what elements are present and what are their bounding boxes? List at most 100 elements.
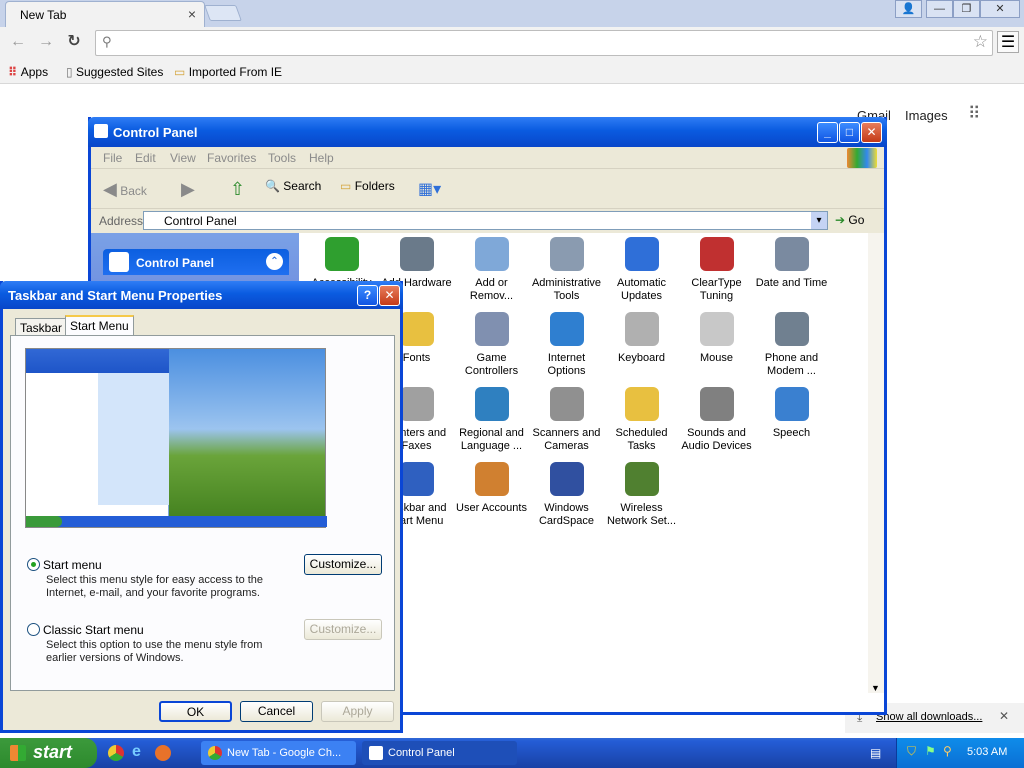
menu-favorites[interactable]: Favorites bbox=[207, 151, 256, 165]
downloads-close-icon[interactable]: ✕ bbox=[999, 709, 1009, 723]
cp-item[interactable]: User Accounts bbox=[454, 462, 529, 515]
search-button[interactable]: 🔍 Search bbox=[265, 179, 321, 193]
cp-item[interactable]: Speech bbox=[754, 387, 829, 440]
network-icon[interactable]: ⚑ bbox=[925, 744, 936, 758]
menu-file[interactable]: File bbox=[103, 151, 122, 165]
taskbar-item-chrome[interactable]: New Tab - Google Ch... bbox=[201, 741, 356, 765]
back-label: Back bbox=[120, 184, 147, 198]
images-link[interactable]: Images bbox=[905, 108, 948, 123]
start-menu-label[interactable]: Start menu bbox=[43, 558, 102, 572]
cancel-button[interactable]: Cancel bbox=[240, 701, 313, 722]
go-button[interactable]: ➔ Go bbox=[835, 213, 864, 227]
menu-view[interactable]: View bbox=[170, 151, 196, 165]
back-arrow-icon[interactable]: ← bbox=[8, 32, 28, 52]
cp-item[interactable]: Windows CardSpace bbox=[529, 462, 604, 528]
ok-button[interactable]: OK bbox=[159, 701, 232, 722]
cp-item-label: Speech bbox=[772, 427, 811, 439]
cp-item[interactable]: Sounds and Audio Devices bbox=[679, 387, 754, 453]
search-tray-icon[interactable]: ⚲ bbox=[943, 744, 952, 758]
security-shield-icon[interactable]: ⛉ bbox=[907, 744, 916, 759]
search-label: Search bbox=[283, 179, 322, 193]
cp-item[interactable]: Scanners and Cameras bbox=[529, 387, 604, 453]
restore-button[interactable]: ❐ bbox=[953, 0, 980, 18]
cp-item[interactable]: Keyboard bbox=[604, 312, 679, 365]
classic-start-menu-label[interactable]: Classic Start menu bbox=[43, 623, 144, 637]
show-all-downloads-link[interactable]: Show all downloads... bbox=[876, 711, 982, 723]
folders-button[interactable]: ▭ Folders bbox=[340, 179, 395, 193]
cp-item[interactable]: Add or Remov... bbox=[454, 237, 529, 303]
dialog-titlebar[interactable]: Taskbar and Start Menu Properties ? ✕ bbox=[0, 281, 403, 309]
customize-button[interactable]: Customize... bbox=[304, 554, 382, 575]
cp-item-icon bbox=[474, 237, 509, 271]
menu-help[interactable]: Help bbox=[309, 151, 334, 165]
collapse-chevron-icon[interactable]: ⌃ bbox=[266, 253, 283, 270]
start-menu-radio[interactable] bbox=[27, 558, 40, 571]
classic-start-menu-radio[interactable] bbox=[27, 623, 40, 636]
scroll-down-icon[interactable]: ▼ bbox=[871, 683, 880, 693]
start-button[interactable]: start bbox=[0, 738, 97, 768]
ie-quicklaunch-icon[interactable]: e bbox=[132, 743, 141, 761]
omnibox-input[interactable] bbox=[122, 34, 962, 52]
cp-maximize-button[interactable]: □ bbox=[839, 122, 860, 143]
cp-item[interactable]: Phone and Modem ... bbox=[754, 312, 829, 378]
keyboard-tray-icon[interactable]: ▤ bbox=[870, 746, 881, 760]
taskbar-properties-dialog: Taskbar and Start Menu Properties ? ✕ Ta… bbox=[0, 281, 403, 733]
classic-start-menu-description: Select this option to use the menu style… bbox=[46, 639, 263, 664]
cp-item[interactable]: Mouse bbox=[679, 312, 754, 365]
address-dropdown-icon[interactable]: ▾ bbox=[811, 212, 827, 229]
cp-item[interactable]: Wireless Network Set... bbox=[604, 462, 679, 528]
cp-item[interactable]: Date and Time bbox=[754, 237, 829, 290]
suggested-sites-label: Suggested Sites bbox=[75, 65, 164, 79]
cp-item[interactable]: Internet Options bbox=[529, 312, 604, 378]
help-button[interactable]: ? bbox=[357, 285, 378, 306]
cp-item[interactable]: Regional and Language ... bbox=[454, 387, 529, 453]
profile-icon[interactable]: 👤 bbox=[895, 0, 922, 18]
new-tab-button[interactable] bbox=[204, 5, 242, 21]
imported-ie-bookmark[interactable]: ▭ Imported From IE bbox=[174, 63, 282, 81]
chrome-quicklaunch-icon[interactable] bbox=[108, 745, 124, 761]
dialog-close-button[interactable]: ✕ bbox=[379, 285, 400, 306]
firefox-quicklaunch-icon[interactable] bbox=[155, 745, 171, 761]
back-button[interactable]: ◀ Back bbox=[103, 179, 147, 200]
control-panel-titlebar[interactable]: Control Panel _ □ ✕ bbox=[88, 117, 887, 147]
cp-item[interactable]: Administrative Tools bbox=[529, 237, 604, 303]
menu-tools[interactable]: Tools bbox=[268, 151, 296, 165]
omnibox[interactable]: ⚲ ☆ bbox=[95, 30, 993, 56]
browser-tab[interactable]: New Tab × bbox=[5, 1, 205, 27]
chrome-icon bbox=[208, 746, 222, 760]
cp-item[interactable]: Scheduled Tasks bbox=[604, 387, 679, 453]
suggested-sites-bookmark[interactable]: ▯ Suggested Sites bbox=[66, 63, 163, 81]
up-folder-icon[interactable]: ⇧ bbox=[230, 179, 245, 200]
chrome-menu-icon[interactable]: ☰ bbox=[997, 31, 1019, 53]
bookmark-star-icon[interactable]: ☆ bbox=[973, 32, 988, 52]
cp-item[interactable]: Automatic Updates bbox=[604, 237, 679, 303]
preview-user-bar bbox=[26, 349, 169, 373]
minimize-button[interactable]: — bbox=[926, 0, 953, 18]
control-panel-small-icon bbox=[369, 746, 383, 760]
clock[interactable]: 5:03 AM bbox=[967, 746, 1007, 758]
cp-close-button[interactable]: ✕ bbox=[861, 122, 882, 143]
tab-start-menu[interactable]: Start Menu bbox=[65, 315, 134, 336]
scrollbar[interactable]: ▼ bbox=[868, 233, 884, 693]
address-field[interactable]: Control Panel ▾ bbox=[143, 211, 828, 230]
taskbar-item-control-panel[interactable]: Control Panel bbox=[362, 741, 517, 765]
views-icon[interactable]: ▦▾ bbox=[418, 179, 441, 199]
reload-icon[interactable]: ↻ bbox=[64, 32, 84, 52]
cp-item[interactable]: Game Controllers bbox=[454, 312, 529, 378]
browser-tab-strip: New Tab × 👤 — ❐ ✕ bbox=[0, 0, 1024, 27]
cp-item-icon bbox=[774, 387, 809, 421]
menu-edit[interactable]: Edit bbox=[135, 151, 156, 165]
go-arrow-icon: ➔ bbox=[835, 213, 846, 227]
forward-icon[interactable]: ▶ bbox=[181, 179, 195, 200]
cp-minimize-button[interactable]: _ bbox=[817, 122, 838, 143]
magnifier-icon: 🔍 bbox=[265, 179, 280, 193]
cp-item-label: Internet Options bbox=[547, 352, 586, 377]
cp-item-icon bbox=[624, 462, 659, 496]
cp-item[interactable]: ClearType Tuning bbox=[679, 237, 754, 303]
google-apps-icon[interactable]: ⠿ bbox=[968, 104, 980, 124]
browser-close-button[interactable]: ✕ bbox=[980, 0, 1020, 18]
forward-arrow-icon[interactable]: → bbox=[36, 32, 56, 52]
tab-close-icon[interactable]: × bbox=[188, 6, 196, 22]
side-pane-header[interactable]: Control Panel ⌃ bbox=[103, 249, 289, 275]
apps-bookmark[interactable]: ⠿ Apps bbox=[8, 63, 48, 81]
